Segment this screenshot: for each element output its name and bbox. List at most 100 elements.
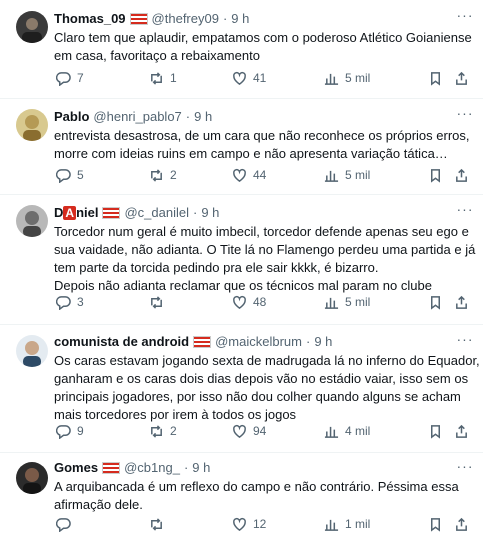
tweet-header: Thomas_09 @thefrey09 · 9 h	[54, 10, 469, 28]
display-name[interactable]: comunista de android	[54, 333, 189, 351]
like-button[interactable]: 94	[232, 421, 266, 441]
retweet-icon	[151, 71, 162, 85]
tweet-text-line: morre com ideias ruins em campo e não ap…	[54, 146, 448, 161]
flag-icon	[102, 462, 121, 474]
reply-button[interactable]: 3	[56, 292, 84, 312]
action-bar: 12 1 mil	[54, 514, 469, 534]
retweet-button[interactable]: 1	[149, 68, 177, 88]
user-handle[interactable]: @c_danilel	[124, 204, 189, 222]
separator-dot: ·	[222, 11, 228, 26]
views-icon	[324, 519, 339, 531]
user-handle[interactable]: @maickelbrum	[215, 333, 302, 351]
like-button[interactable]: 48	[232, 292, 266, 312]
avatar[interactable]	[16, 462, 48, 494]
tweet-header: D Aniel @c_danilel · 9 h	[54, 204, 469, 222]
separator-dot: ·	[305, 334, 311, 349]
tweet[interactable]: comunista de android @maickelbrum · 9 h …	[0, 325, 483, 453]
like-button[interactable]: 12	[232, 514, 266, 534]
tweet[interactable]: Gomes @cb1ng_ · 9 h A arquibancada é um …	[0, 453, 483, 538]
reply-button[interactable]: 9	[56, 421, 84, 441]
retweet-button[interactable]: 2	[149, 421, 177, 441]
like-count: 12	[253, 517, 267, 531]
views-button[interactable]: 5 mil	[324, 68, 370, 88]
share-button[interactable]	[454, 68, 469, 88]
retweet-button[interactable]	[149, 292, 170, 312]
flag-icon	[102, 207, 121, 219]
timestamp[interactable]: 9 h	[314, 333, 332, 351]
share-button[interactable]	[454, 421, 469, 441]
more-options-icon[interactable]: ···	[455, 8, 475, 24]
tweet-text-line: em casa, favoritaço a rebaixamento	[54, 48, 260, 63]
reply-feed: Thomas_09 @thefrey09 · 9 h Claro tem que…	[0, 0, 483, 538]
share-button[interactable]	[454, 292, 469, 312]
views-button[interactable]: 5 mil	[324, 165, 370, 185]
more-options-icon[interactable]: ···	[455, 332, 475, 348]
share-button[interactable]	[454, 165, 469, 185]
display-name-part: D	[54, 205, 64, 220]
retweet-count: 1	[170, 71, 177, 85]
bookmark-button[interactable]	[428, 514, 443, 534]
bookmark-icon	[431, 424, 440, 439]
views-button[interactable]: 1 mil	[324, 514, 370, 534]
timestamp[interactable]: 9 h	[194, 108, 212, 126]
share-icon	[456, 295, 467, 309]
bookmark-button[interactable]	[428, 165, 443, 185]
like-button[interactable]: 44	[232, 165, 266, 185]
retweet-button[interactable]	[149, 514, 170, 534]
reply-button[interactable]: 7	[56, 68, 84, 88]
tweet-text-line: sua vaidade, não adianta. O Tite lá no F…	[54, 242, 476, 257]
more-options-icon[interactable]: ···	[455, 106, 475, 122]
more-options-icon[interactable]: ···	[455, 459, 475, 475]
views-icon	[324, 297, 339, 309]
reply-button[interactable]: 5	[56, 165, 84, 185]
retweet-button[interactable]: 2	[149, 165, 177, 185]
avatar[interactable]	[16, 335, 48, 367]
user-handle[interactable]: @cb1ng_	[124, 459, 180, 477]
share-icon	[456, 517, 467, 531]
like-count: 48	[253, 295, 267, 309]
display-name[interactable]: D Aniel	[54, 204, 98, 222]
retweet-icon	[151, 517, 162, 531]
reply-icon	[56, 71, 71, 86]
avatar[interactable]	[16, 11, 48, 43]
separator-dot: ·	[183, 460, 189, 475]
views-button[interactable]: 4 mil	[324, 421, 370, 441]
display-name[interactable]: Pablo	[54, 108, 89, 126]
tweet-text-line: Claro tem que aplaudir, empatamos com o …	[54, 30, 472, 45]
action-bar: 9 2 94 4 mil	[54, 421, 469, 441]
retweet-count: 2	[170, 424, 177, 438]
display-name[interactable]: Gomes	[54, 459, 98, 477]
bookmark-icon	[431, 71, 440, 86]
avatar[interactable]	[16, 205, 48, 237]
view-count: 5 mil	[345, 168, 371, 182]
separator-dot: ·	[192, 205, 198, 220]
share-icon	[456, 168, 467, 182]
views-button[interactable]: 5 mil	[324, 292, 370, 312]
user-handle[interactable]: @thefrey09	[152, 10, 219, 28]
tweet-text-line: tem parte da torcida pedindo pra ele sai…	[54, 260, 379, 275]
retweet-count: 2	[170, 168, 177, 182]
display-name[interactable]: Thomas_09	[54, 10, 126, 28]
bookmark-button[interactable]	[428, 292, 443, 312]
timestamp[interactable]: 9 h	[201, 204, 219, 222]
share-button[interactable]	[454, 514, 469, 534]
tweet[interactable]: D Aniel @c_danilel · 9 h Torcedor num ger…	[0, 195, 483, 325]
reply-button[interactable]	[56, 514, 77, 534]
like-button[interactable]: 41	[232, 68, 266, 88]
timestamp[interactable]: 9 h	[192, 459, 210, 477]
tweet-text-line: A arquibancada é um reflexo do campo e n…	[54, 479, 459, 494]
user-handle[interactable]: @henri_pablo7	[93, 108, 181, 126]
tweet[interactable]: Pablo @henri_pablo7 · 9 h entrevista des…	[0, 99, 483, 195]
more-options-icon[interactable]: ···	[455, 202, 475, 218]
tweet-text: A arquibancada é um reflexo do campo e n…	[54, 478, 469, 514]
tweet-text-line: ganharam e os caras dois dias depois vão…	[54, 371, 469, 386]
bookmark-button[interactable]	[428, 68, 443, 88]
avatar[interactable]	[16, 109, 48, 141]
reply-icon	[56, 517, 71, 532]
reply-count: 9	[77, 424, 84, 438]
bookmark-button[interactable]	[428, 421, 443, 441]
timestamp[interactable]: 9 h	[231, 10, 249, 28]
heart-icon	[233, 168, 246, 182]
tweet[interactable]: Thomas_09 @thefrey09 · 9 h Claro tem que…	[0, 0, 483, 99]
heart-icon	[233, 71, 246, 85]
